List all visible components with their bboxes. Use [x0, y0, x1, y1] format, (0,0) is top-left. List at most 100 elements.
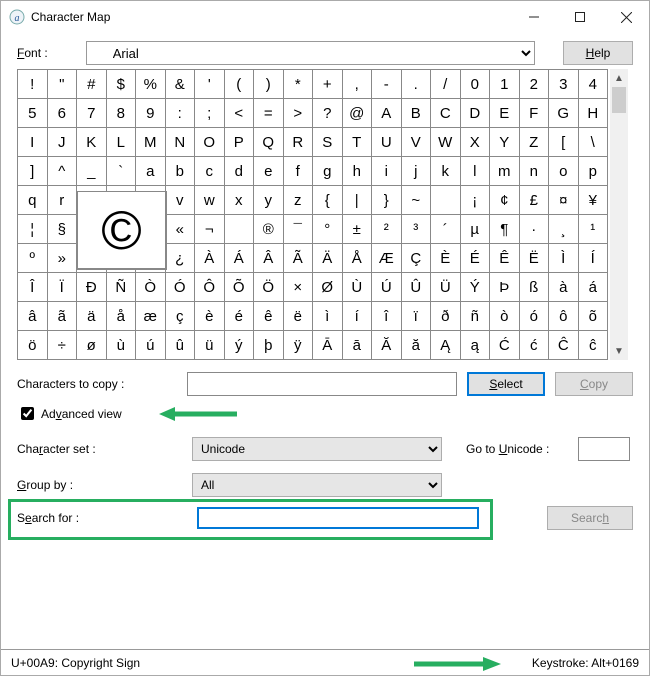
grid-cell[interactable]: q	[18, 186, 48, 215]
copy-button[interactable]: Copy	[555, 372, 633, 396]
grid-cell[interactable]: y	[254, 186, 284, 215]
grid-cell[interactable]: ã	[48, 302, 78, 331]
grid-cell[interactable]	[431, 186, 461, 215]
grid-cell[interactable]: .	[402, 70, 432, 99]
grid-cell[interactable]: E	[490, 99, 520, 128]
grid-cell[interactable]: É	[461, 244, 491, 273]
grid-cell[interactable]: §	[48, 215, 78, 244]
grid-cell[interactable]: ;	[195, 99, 225, 128]
grid-cell[interactable]: ć	[520, 331, 550, 360]
goto-unicode-input[interactable]	[578, 437, 630, 461]
grid-cell[interactable]: Å	[343, 244, 373, 273]
grid-cell[interactable]: ñ	[461, 302, 491, 331]
close-button[interactable]	[603, 2, 649, 32]
grid-cell[interactable]: ^	[48, 157, 78, 186]
grid-cell[interactable]: *	[284, 70, 314, 99]
maximize-button[interactable]	[557, 2, 603, 32]
grid-cell[interactable]: _	[77, 157, 107, 186]
grid-cell[interactable]: #	[77, 70, 107, 99]
grid-cell[interactable]: p	[579, 157, 609, 186]
grid-cell[interactable]: ÷	[48, 331, 78, 360]
grid-cell[interactable]: +	[313, 70, 343, 99]
grid-cell[interactable]: T	[343, 128, 373, 157]
grid-cell[interactable]: e	[254, 157, 284, 186]
grid-cell[interactable]: 9	[136, 99, 166, 128]
grid-cell[interactable]: Æ	[372, 244, 402, 273]
grid-cell[interactable]: ă	[402, 331, 432, 360]
grid-cell[interactable]: ö	[18, 331, 48, 360]
grid-cell[interactable]: n	[520, 157, 550, 186]
grid-cell[interactable]: "	[48, 70, 78, 99]
search-input[interactable]	[197, 507, 479, 529]
grid-cell[interactable]: õ	[579, 302, 609, 331]
scroll-up-button[interactable]: ▲	[610, 69, 628, 87]
grid-cell[interactable]: }	[372, 186, 402, 215]
grid-cell[interactable]: 2	[520, 70, 550, 99]
grid-cell[interactable]: ý	[225, 331, 255, 360]
grid-cell[interactable]: A	[372, 99, 402, 128]
grid-cell[interactable]: f	[284, 157, 314, 186]
grid-cell[interactable]: ®	[254, 215, 284, 244]
grid-cell[interactable]: ë	[284, 302, 314, 331]
font-select[interactable]: Arial	[86, 41, 535, 65]
grid-cell[interactable]: k	[431, 157, 461, 186]
advanced-view-checkbox[interactable]	[21, 407, 34, 420]
grid-cell[interactable]: N	[166, 128, 196, 157]
minimize-button[interactable]	[511, 2, 557, 32]
grid-cell[interactable]: ,	[343, 70, 373, 99]
grid-cell[interactable]: Ó	[166, 273, 196, 302]
grid-cell[interactable]: 6	[48, 99, 78, 128]
grid-cell[interactable]: å	[107, 302, 137, 331]
grid-cell[interactable]: û	[166, 331, 196, 360]
grid-cell[interactable]: 4	[579, 70, 609, 99]
grid-cell[interactable]: w	[195, 186, 225, 215]
grid-cell[interactable]: 5	[18, 99, 48, 128]
grid-cell[interactable]: Ë	[520, 244, 550, 273]
grid-cell[interactable]: ¥	[579, 186, 609, 215]
grid-cell[interactable]: ³	[402, 215, 432, 244]
grid-cell[interactable]: \	[579, 128, 609, 157]
select-button[interactable]: Select	[467, 372, 545, 396]
grid-cell[interactable]: '	[195, 70, 225, 99]
grid-cell[interactable]: £	[520, 186, 550, 215]
grid-cell[interactable]: :	[166, 99, 196, 128]
grid-cell[interactable]: ø	[77, 331, 107, 360]
scroll-down-button[interactable]: ▼	[610, 342, 628, 360]
grid-cell[interactable]: Ì	[549, 244, 579, 273]
grid-cell[interactable]: O	[195, 128, 225, 157]
grid-cell[interactable]: ¦	[18, 215, 48, 244]
grid-cell[interactable]: ¬	[195, 215, 225, 244]
grid-cell[interactable]: Ý	[461, 273, 491, 302]
grid-cell[interactable]: ¡	[461, 186, 491, 215]
grid-cell[interactable]: Ö	[254, 273, 284, 302]
grid-cell[interactable]: m	[490, 157, 520, 186]
grid-cell[interactable]: Û	[402, 273, 432, 302]
grid-cell[interactable]: é	[225, 302, 255, 331]
grid-cell[interactable]: ì	[313, 302, 343, 331]
grid-cell[interactable]: Ć	[490, 331, 520, 360]
scroll-track[interactable]	[610, 87, 628, 342]
grid-cell[interactable]: ±	[343, 215, 373, 244]
grid-cell[interactable]: j	[402, 157, 432, 186]
grid-cell[interactable]: ¯	[284, 215, 314, 244]
scroll-thumb[interactable]	[612, 87, 626, 113]
grid-cell[interactable]: M	[136, 128, 166, 157]
grid-cell[interactable]: F	[520, 99, 550, 128]
grid-cell[interactable]: ç	[166, 302, 196, 331]
grid-cell[interactable]: Ĉ	[549, 331, 579, 360]
grid-cell[interactable]: þ	[254, 331, 284, 360]
grid-cell[interactable]: B	[402, 99, 432, 128]
grid-cell[interactable]: L	[107, 128, 137, 157]
grid-cell[interactable]: <	[225, 99, 255, 128]
grid-cell[interactable]: (	[225, 70, 255, 99]
grid-cell[interactable]: U	[372, 128, 402, 157]
grid-cell[interactable]: g	[313, 157, 343, 186]
grid-cell[interactable]: Ø	[313, 273, 343, 302]
grid-cell[interactable]: /	[431, 70, 461, 99]
grid-cell[interactable]: h	[343, 157, 373, 186]
grid-cell[interactable]: Q	[254, 128, 284, 157]
grid-cell[interactable]: o	[549, 157, 579, 186]
grid-cell[interactable]: S	[313, 128, 343, 157]
grid-cell[interactable]: î	[372, 302, 402, 331]
grid-cell[interactable]: «	[166, 215, 196, 244]
